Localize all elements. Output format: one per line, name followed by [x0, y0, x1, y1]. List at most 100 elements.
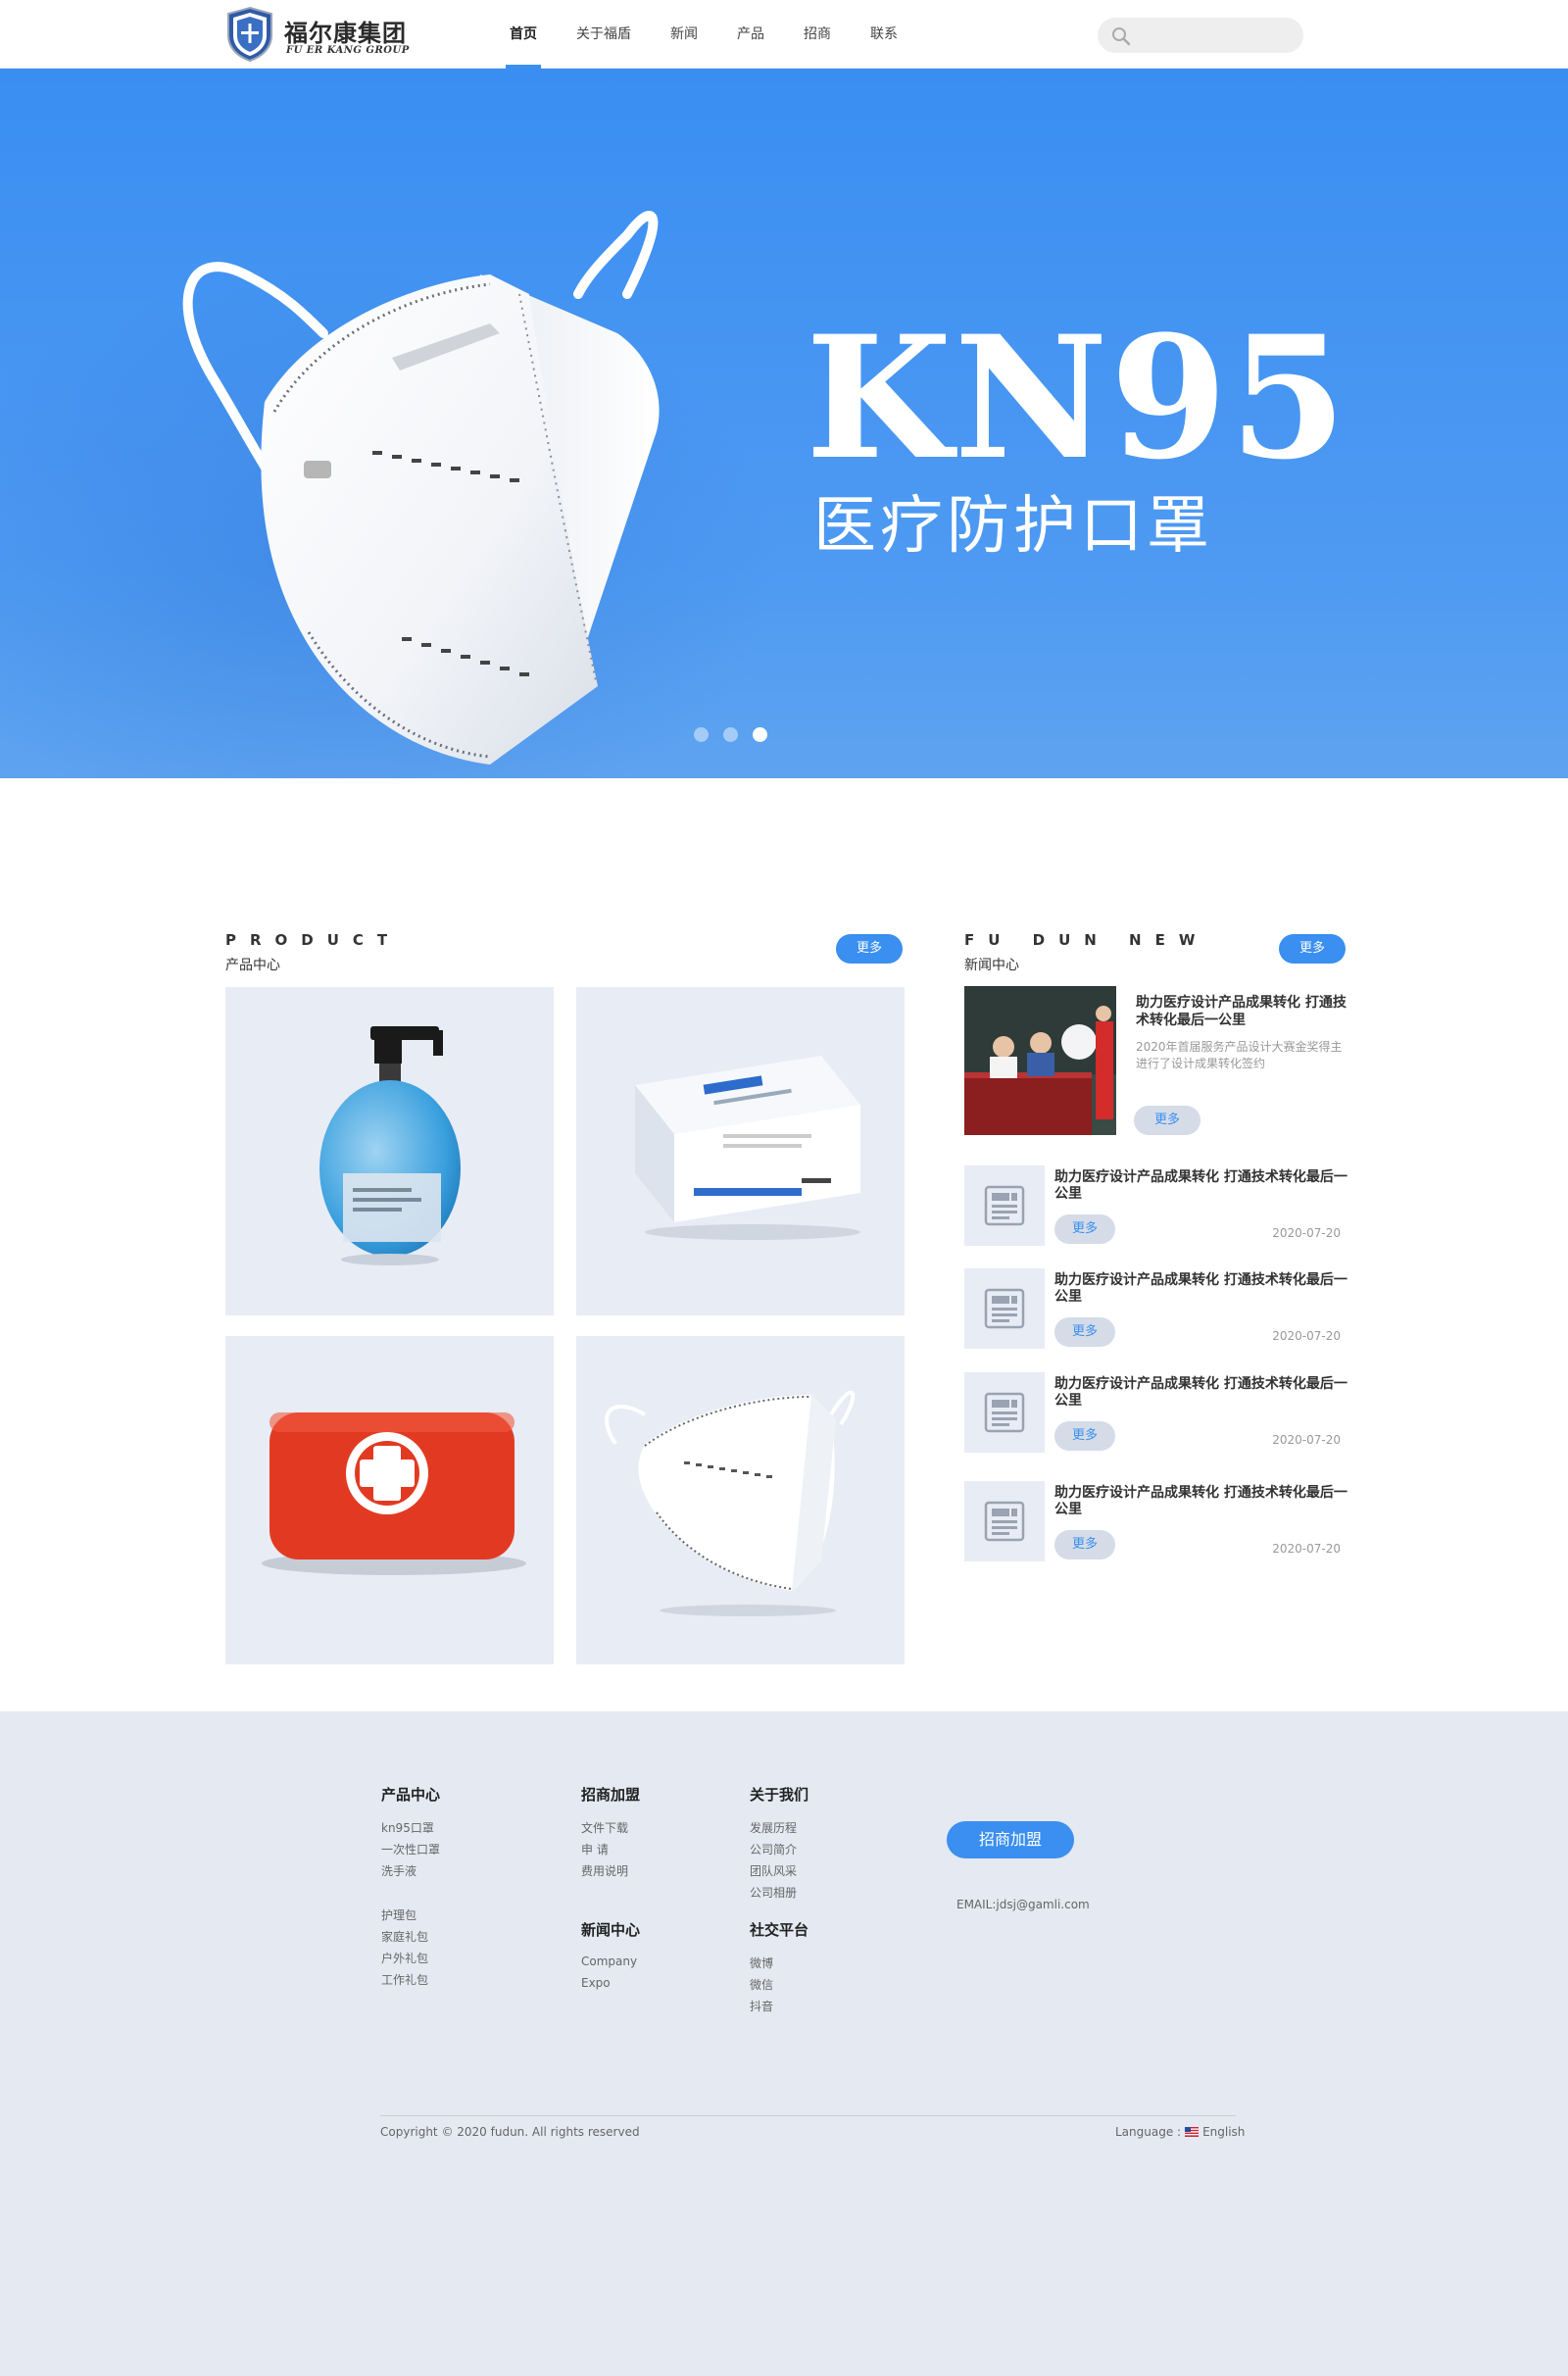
shield-logo-icon — [227, 6, 272, 63]
news-item-date: 2020-07-20 — [1272, 1542, 1341, 1556]
hero-banner: KN95 医疗防护口罩 — [0, 69, 1568, 778]
hero-title: KN95 — [806, 298, 1349, 497]
footer-link-weibo[interactable]: 微博 — [750, 1955, 773, 1971]
product-more-button[interactable]: 更多 — [836, 934, 903, 964]
product-section-title-en: PRODUCT — [225, 931, 402, 949]
footer-investment-title: 招商加盟 — [581, 1786, 641, 1804]
footer-link-wechat[interactable]: 微信 — [750, 1976, 773, 1993]
footer-link-kn95[interactable]: kn95口罩 — [381, 1819, 434, 1836]
news-thumb[interactable] — [964, 1481, 1045, 1561]
news-item: 助力医疗设计产品成果转化 打通技术转化最后一公里 更多 2020-07-20 — [964, 1481, 1356, 1561]
nav-investment[interactable]: 招商 — [804, 0, 831, 69]
language-label: Language : — [1115, 2125, 1182, 2139]
news-section-title-cn: 新闻中心 — [964, 958, 1019, 973]
news-item-title[interactable]: 助力医疗设计产品成果转化 打通技术转化最后一公里 — [1054, 1169, 1348, 1203]
footer-link-hand-sanitizer[interactable]: 洗手液 — [381, 1862, 416, 1879]
news-feature-photo[interactable] — [964, 986, 1116, 1135]
news-item-date: 2020-07-20 — [1272, 1329, 1341, 1343]
document-icon — [984, 1185, 1025, 1226]
product-section-title-cn: 产品中心 — [225, 958, 280, 973]
footer-link-expo[interactable]: Expo — [581, 1976, 611, 1990]
footer-products-title: 产品中心 — [381, 1786, 441, 1804]
nav-home[interactable]: 首页 — [506, 0, 541, 69]
news-item-more-button[interactable]: 更多 — [1054, 1421, 1115, 1451]
nav-news[interactable]: 新闻 — [670, 0, 698, 69]
footer-link-disposable-mask[interactable]: 一次性口罩 — [381, 1841, 440, 1857]
news-thumb[interactable] — [964, 1165, 1045, 1246]
news-thumb[interactable] — [964, 1268, 1045, 1349]
search-input[interactable] — [1137, 18, 1294, 53]
footer-link-care-pack[interactable]: 护理包 — [381, 1906, 416, 1923]
news-feature-desc: 2020年首届服务产品设计大赛金奖得主进行了设计成果转化签约 — [1136, 1040, 1343, 1070]
product-card-hand-sanitizer[interactable] — [225, 987, 554, 1315]
news-item-more-button[interactable]: 更多 — [1054, 1530, 1115, 1559]
news-item-title[interactable]: 助力医疗设计产品成果转化 打通技术转化最后一公里 — [1054, 1376, 1348, 1410]
document-icon — [984, 1288, 1025, 1329]
news-more-button[interactable]: 更多 — [1279, 934, 1346, 964]
news-thumb[interactable] — [964, 1372, 1045, 1453]
footer-link-family-pack[interactable]: 家庭礼包 — [381, 1928, 428, 1945]
carousel-dot-3[interactable] — [753, 727, 767, 742]
site-header: 福尔康集团 FU ER KANG GROUP 首页 关于福盾 新闻 产品 招商 … — [0, 0, 1568, 69]
footer-link-apply[interactable]: 申 请 — [581, 1841, 609, 1857]
product-card-mask-box[interactable] — [576, 987, 905, 1315]
footer-link-team[interactable]: 团队风采 — [750, 1862, 797, 1879]
main-nav: 首页 关于福盾 新闻 产品 招商 联系 — [506, 0, 937, 69]
hand-sanitizer-image — [319, 1026, 461, 1265]
footer-divider — [380, 2115, 1236, 2116]
news-item-date: 2020-07-20 — [1272, 1433, 1341, 1447]
footer-link-history[interactable]: 发展历程 — [750, 1819, 797, 1836]
product-card-kn95-mask[interactable] — [576, 1336, 905, 1664]
news-item: 助力医疗设计产品成果转化 打通技术转化最后一公里 更多 2020-07-20 — [964, 1372, 1356, 1453]
footer-link-downloads[interactable]: 文件下载 — [581, 1819, 628, 1836]
news-item-more-button[interactable]: 更多 — [1054, 1317, 1115, 1347]
news-item-title[interactable]: 助力医疗设计产品成果转化 打通技术转化最后一公里 — [1054, 1485, 1348, 1518]
signing-ceremony-photo — [964, 986, 1116, 1135]
carousel-dots — [694, 727, 782, 742]
footer-social-title: 社交平台 — [750, 1921, 809, 1939]
footer-link-outdoor-pack[interactable]: 户外礼包 — [381, 1950, 428, 1966]
footer-link-fees[interactable]: 费用说明 — [581, 1862, 628, 1879]
mask-box-image — [635, 1056, 860, 1240]
brand-logo[interactable]: 福尔康集团 FU ER KANG GROUP — [225, 6, 412, 63]
carousel-dot-1[interactable] — [694, 727, 709, 742]
logo-text-en: FU ER KANG GROUP — [286, 45, 410, 56]
news-feature-more-button[interactable]: 更多 — [1134, 1106, 1200, 1135]
hero-subtitle: 医疗防护口罩 — [813, 490, 1213, 563]
nav-about[interactable]: 关于福盾 — [576, 0, 631, 69]
footer-email: EMAIL:jdsj@gamli.com — [956, 1898, 1090, 1911]
news-item: 助力医疗设计产品成果转化 打通技术转化最后一公里 更多 2020-07-20 — [964, 1165, 1356, 1246]
us-flag-icon — [1185, 2127, 1200, 2137]
nav-products[interactable]: 产品 — [737, 0, 764, 69]
join-button[interactable]: 招商加盟 — [947, 1821, 1074, 1858]
carousel-dot-2[interactable] — [723, 727, 738, 742]
news-item-date: 2020-07-20 — [1272, 1226, 1341, 1240]
language-english-link[interactable]: English — [1202, 2125, 1245, 2139]
news-feature-title[interactable]: 助力医疗设计产品成果转化 打通技术转化最后一公里 — [1136, 994, 1351, 1029]
site-footer — [0, 1711, 1568, 2376]
news-item-more-button[interactable]: 更多 — [1054, 1214, 1115, 1244]
first-aid-kit-image — [262, 1412, 526, 1575]
kn95-mask-image — [605, 1390, 856, 1616]
news-item-title[interactable]: 助力医疗设计产品成果转化 打通技术转化最后一公里 — [1054, 1272, 1348, 1306]
product-card-first-aid-kit[interactable] — [225, 1336, 554, 1664]
search-box — [1098, 18, 1303, 53]
search-icon[interactable] — [1111, 26, 1131, 46]
news-section-title-en: FU DUN NEW — [964, 931, 1209, 949]
document-icon — [984, 1501, 1025, 1542]
news-item: 助力医疗设计产品成果转化 打通技术转化最后一公里 更多 2020-07-20 — [964, 1268, 1356, 1349]
footer-about-title: 关于我们 — [750, 1786, 809, 1804]
kn95-mask-illustration — [182, 211, 660, 765]
footer-link-company[interactable]: Company — [581, 1955, 637, 1968]
footer-link-work-pack[interactable]: 工作礼包 — [381, 1971, 428, 1988]
document-icon — [984, 1392, 1025, 1433]
copyright-text: Copyright © 2020 fudun. All rights reser… — [380, 2125, 640, 2139]
logo-text-cn: 福尔康集团 — [284, 19, 407, 47]
news-feature: 助力医疗设计产品成果转化 打通技术转化最后一公里 2020年首届服务产品设计大赛… — [964, 986, 1356, 1135]
language-switcher: Language : English — [1115, 2125, 1245, 2139]
footer-link-album[interactable]: 公司相册 — [750, 1884, 797, 1901]
nav-contact[interactable]: 联系 — [870, 0, 898, 69]
footer-link-profile[interactable]: 公司简介 — [750, 1841, 797, 1857]
footer-link-douyin[interactable]: 抖音 — [750, 1998, 773, 2014]
footer-news-title: 新闻中心 — [581, 1921, 641, 1939]
